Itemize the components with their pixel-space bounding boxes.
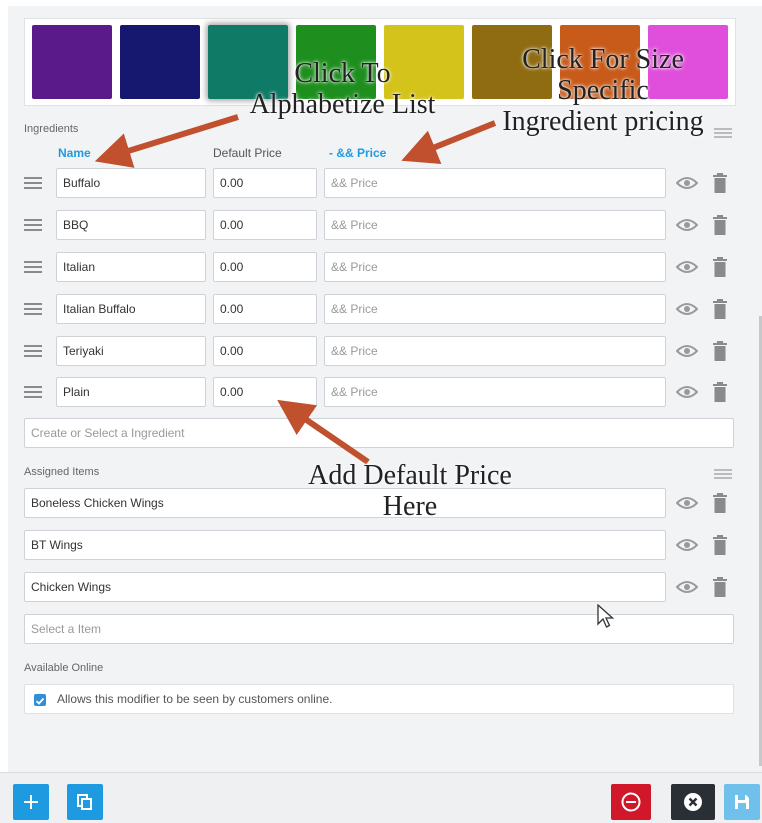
annotation-default-price: Add Default Price Here [280,460,540,522]
arrow-to-default-price [277,399,370,465]
annotation-line: Click For Size [522,44,684,75]
annotation-size-pricing: Click For Size Specific Ingredient prici… [478,44,728,137]
annotation-line: Add Default Price [308,460,512,491]
annotation-alphabetize: Click To Alphabetize List [230,58,455,120]
arrow-to-name-column [94,114,239,168]
annotation-line: Here [382,491,438,522]
annotation-line: Click To [294,58,391,89]
annotation-line: Specific [557,75,649,106]
mouse-cursor-icon [597,604,615,628]
annotation-line: Ingredient pricing [502,106,704,137]
annotation-line: Alphabetize List [249,89,436,120]
